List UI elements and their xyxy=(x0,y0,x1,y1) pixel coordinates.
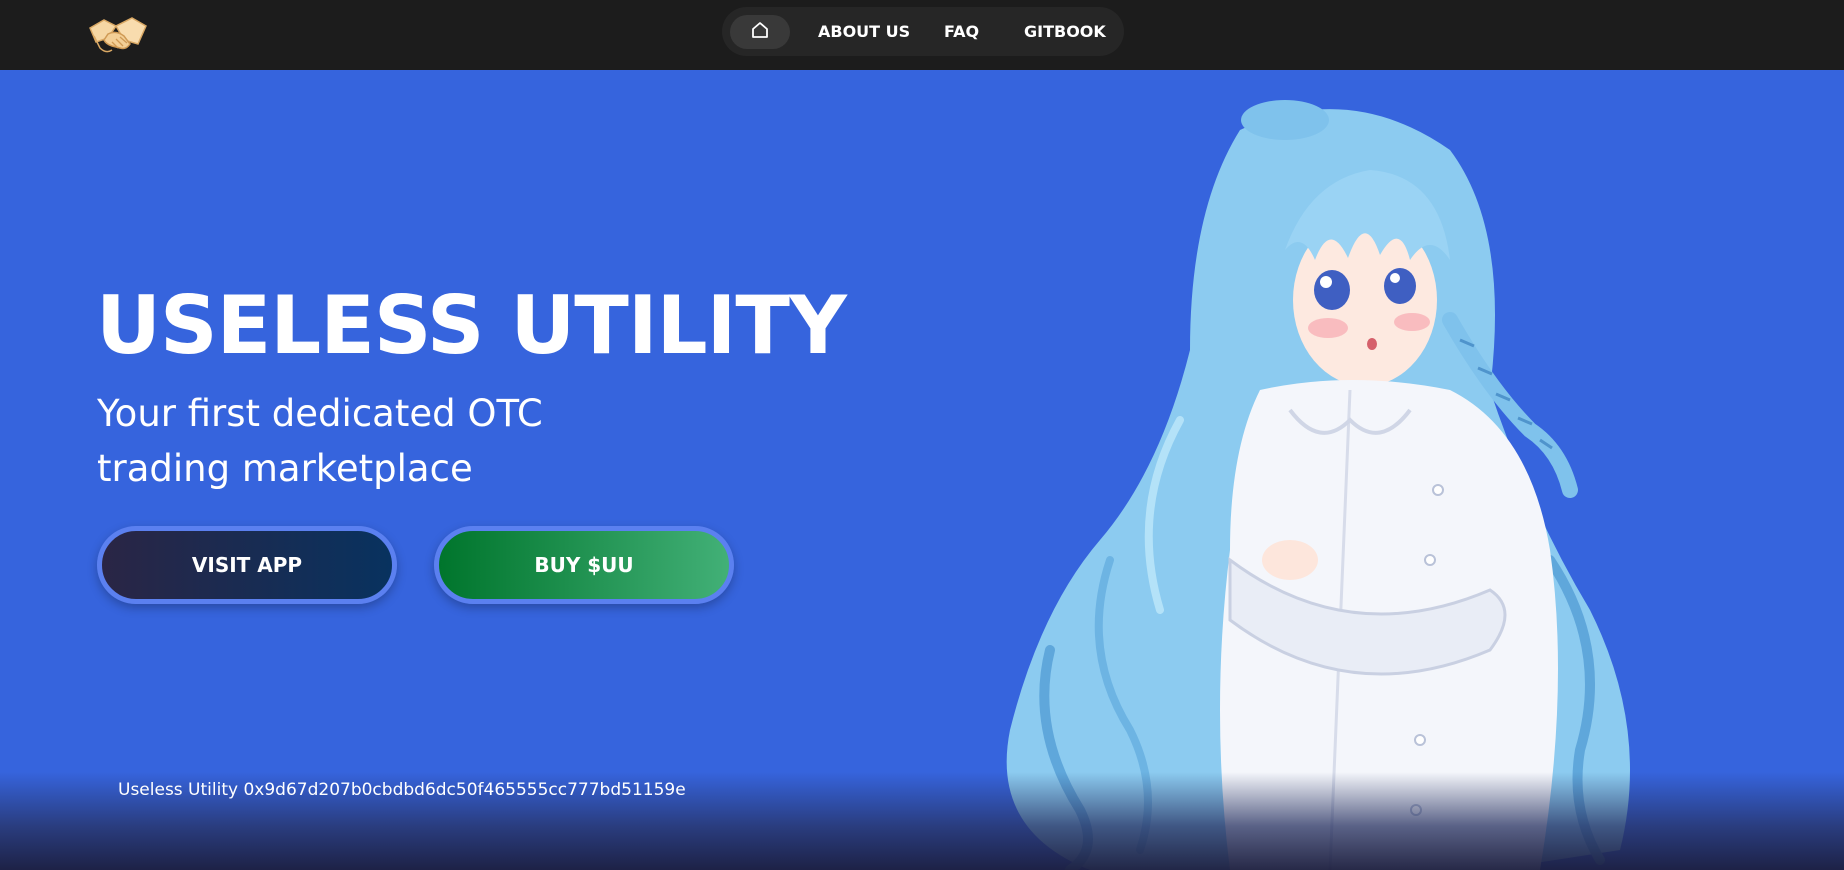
nav-about-us[interactable]: ABOUT US xyxy=(818,7,910,56)
top-navigation-bar: ABOUT US FAQ GITBOOK xyxy=(0,0,1844,70)
nav-home-button[interactable] xyxy=(730,15,790,49)
hero-subtitle: Your first dedicated OTC trading marketp… xyxy=(97,392,543,490)
visit-app-button[interactable]: VISIT APP xyxy=(97,526,397,604)
nav-pill: ABOUT US FAQ GITBOOK xyxy=(722,7,1124,56)
nav-faq[interactable]: FAQ xyxy=(944,7,979,56)
buy-uu-button[interactable]: BUY $UU xyxy=(434,526,734,604)
handshake-icon[interactable] xyxy=(86,12,150,58)
nav-gitbook[interactable]: GITBOOK xyxy=(1024,7,1106,56)
home-icon xyxy=(750,20,770,44)
contract-address: Useless Utility 0x9d67d207b0cbdbd6dc50f4… xyxy=(118,780,686,800)
hero-title: USELESS UTILITY xyxy=(96,279,847,372)
landing-page: ABOUT US FAQ GITBOOK USELESS UTILITY You… xyxy=(0,0,1844,870)
anime-character-illustration xyxy=(930,90,1730,870)
